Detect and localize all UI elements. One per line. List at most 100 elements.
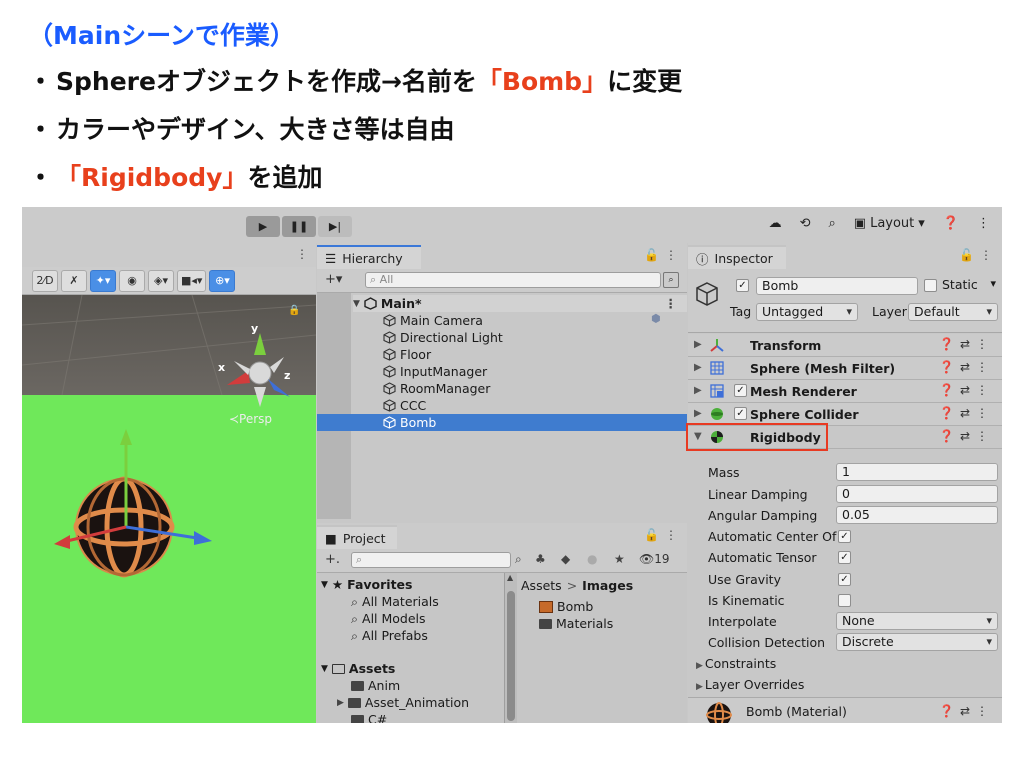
- favorite-item[interactable]: ⌕ All Prefabs: [351, 627, 428, 644]
- hierarchy-item[interactable]: Directional Light: [383, 329, 687, 346]
- add-icon[interactable]: +.: [325, 552, 340, 567]
- hidden-count[interactable]: 👁19: [639, 552, 670, 566]
- component-enabled-checkbox[interactable]: ✓: [734, 384, 747, 397]
- hierarchy-item[interactable]: Floor: [383, 346, 687, 363]
- component-transform[interactable]: ▶ Transform ❓⇄⋮: [688, 334, 1002, 357]
- angular-damping-field[interactable]: 0.05: [836, 506, 998, 524]
- type-filter-icon[interactable]: ♣: [535, 552, 546, 566]
- lock-icon[interactable]: 🔓: [959, 248, 974, 262]
- more-icon[interactable]: ⋮: [665, 528, 677, 542]
- auto-tensor-checkbox[interactable]: ✓: [838, 551, 851, 564]
- visibility-toggle-button[interactable]: ◉: [119, 269, 145, 292]
- hierarchy-item[interactable]: Bomb: [317, 414, 687, 431]
- object-name-field[interactable]: Bomb: [756, 277, 918, 295]
- lock-icon[interactable]: 🔓: [644, 528, 659, 542]
- assets-row[interactable]: ▼ Assets: [321, 660, 395, 677]
- component-actions[interactable]: ❓⇄⋮: [939, 360, 994, 374]
- component-enabled-checkbox[interactable]: ✓: [734, 407, 747, 420]
- collapse-arrow-icon[interactable]: ▼: [694, 431, 702, 442]
- label-filter-icon[interactable]: ◆: [561, 552, 570, 566]
- chevron-down-icon[interactable]: ▾: [990, 277, 996, 290]
- lock-icon[interactable]: 🔓: [644, 248, 659, 262]
- favorite-item[interactable]: ⌕ All Models: [351, 610, 426, 627]
- effects-toggle-button[interactable]: ✦▾: [90, 269, 116, 292]
- expand-arrow-icon[interactable]: ▶: [694, 362, 702, 373]
- search-icon[interactable]: ⌕: [829, 216, 836, 231]
- auto-center-checkbox[interactable]: ✓: [838, 530, 851, 543]
- filter-icon[interactable]: ⌕: [663, 272, 679, 288]
- project-scrollbar[interactable]: ▲: [505, 573, 517, 723]
- hierarchy-item[interactable]: Main Camera: [383, 312, 687, 329]
- expand-arrow-icon[interactable]: ▼: [321, 580, 328, 590]
- asset-folder-item[interactable]: ▶ Asset_Animation: [337, 694, 469, 711]
- gizmos-button[interactable]: ⊕▾: [209, 269, 236, 292]
- add-icon[interactable]: +▾: [325, 272, 342, 287]
- component-rigidbody[interactable]: ▼ Rigidbody ❓⇄⋮: [686, 423, 1002, 451]
- scene-root-row[interactable]: ▼ Main* ⋮: [353, 295, 687, 312]
- tab-inspector[interactable]: ⓘ Inspector: [688, 245, 786, 269]
- tag-dropdown[interactable]: Untagged: [756, 303, 858, 321]
- more-icon[interactable]: ⋮: [665, 296, 678, 311]
- tab-hierarchy[interactable]: ☰ Hierarchy: [317, 245, 421, 269]
- component-mesh-filter[interactable]: ▶ Sphere (Mesh Filter) ❓⇄⋮: [688, 357, 1002, 380]
- collision-detection-dropdown[interactable]: Discrete: [836, 633, 998, 651]
- component-actions[interactable]: ❓⇄⋮: [939, 383, 994, 397]
- expand-arrow-icon[interactable]: ▶: [337, 698, 344, 708]
- favorite-star-icon[interactable]: ★: [614, 552, 625, 566]
- expand-arrow-icon[interactable]: ▼: [321, 664, 328, 674]
- camera-button[interactable]: ■◂▾: [177, 269, 207, 292]
- component-mesh-renderer[interactable]: ▶ ✓ Mesh Renderer ❓⇄⋮: [688, 380, 1002, 403]
- hierarchy-item[interactable]: InputManager: [383, 363, 687, 380]
- cloud-icon[interactable]: ☁: [769, 216, 782, 231]
- expand-arrow-icon[interactable]: ▼: [353, 299, 360, 309]
- breadcrumb-current[interactable]: Images: [582, 578, 633, 593]
- asset-store-icon[interactable]: ●: [587, 552, 597, 566]
- more-icon[interactable]: ⋮: [665, 248, 677, 262]
- toggle-2d-button[interactable]: 2⁄D: [32, 269, 58, 292]
- active-checkbox[interactable]: ✓: [736, 279, 749, 292]
- persp-label[interactable]: ≺Persp: [229, 412, 272, 426]
- asset-folder-item[interactable]: C#: [351, 711, 387, 723]
- orientation-gizmo[interactable]: [227, 333, 290, 407]
- hierarchy-search-input[interactable]: ⌕ All: [365, 272, 661, 288]
- material-row[interactable]: Bomb (Material) ❓⇄⋮: [688, 697, 1002, 723]
- tab-project[interactable]: ■ Project: [317, 525, 397, 549]
- layers-button[interactable]: ◈▾: [148, 269, 174, 292]
- pause-button[interactable]: ❚❚: [282, 216, 316, 237]
- asset-folder-item[interactable]: Anim: [351, 677, 400, 694]
- hierarchy-item[interactable]: CCC: [383, 397, 687, 414]
- constraints-foldout[interactable]: ▶ Constraints: [696, 656, 776, 671]
- component-actions[interactable]: ❓⇄⋮: [939, 337, 994, 351]
- expand-arrow-icon[interactable]: ▶: [694, 385, 702, 396]
- more-icon[interactable]: ⋮: [977, 216, 990, 231]
- component-actions[interactable]: ❓⇄⋮: [939, 429, 994, 443]
- component-actions[interactable]: ❓⇄⋮: [939, 704, 994, 718]
- expand-arrow-icon[interactable]: ▶: [694, 408, 702, 419]
- linear-damping-field[interactable]: 0: [836, 485, 998, 503]
- help-icon[interactable]: ❓: [943, 216, 959, 231]
- file-item[interactable]: Materials: [539, 615, 613, 632]
- step-button[interactable]: ▶|: [318, 216, 352, 237]
- scene-viewport[interactable]: y x z 🔒 ≺Persp: [22, 295, 316, 723]
- more-icon[interactable]: ⋮: [296, 247, 308, 261]
- hierarchy-item[interactable]: RoomManager: [383, 380, 687, 397]
- is-kinematic-checkbox[interactable]: [838, 594, 851, 607]
- layer-overrides-foldout[interactable]: ▶ Layer Overrides: [696, 677, 804, 692]
- component-actions[interactable]: ❓⇄⋮: [939, 406, 994, 420]
- breadcrumb-root[interactable]: Assets: [521, 578, 562, 593]
- favorite-item[interactable]: ⌕ All Materials: [351, 593, 439, 610]
- lock-icon[interactable]: 🔒: [288, 305, 300, 316]
- static-checkbox[interactable]: [924, 279, 937, 292]
- use-gravity-checkbox[interactable]: ✓: [838, 573, 851, 586]
- play-button[interactable]: ▶: [246, 216, 280, 237]
- interpolate-dropdown[interactable]: None: [836, 612, 998, 630]
- scroll-thumb[interactable]: [507, 591, 515, 721]
- more-icon[interactable]: ⋮: [980, 248, 992, 262]
- layer-dropdown[interactable]: Default: [908, 303, 998, 321]
- scroll-up-icon[interactable]: ▲: [507, 573, 513, 582]
- project-search-input[interactable]: ⌕: [351, 552, 511, 568]
- expand-arrow-icon[interactable]: ▶: [694, 339, 702, 350]
- mass-field[interactable]: 1: [836, 463, 998, 481]
- lighting-toggle-button[interactable]: ✗: [61, 269, 87, 292]
- file-item[interactable]: Bomb: [539, 598, 593, 615]
